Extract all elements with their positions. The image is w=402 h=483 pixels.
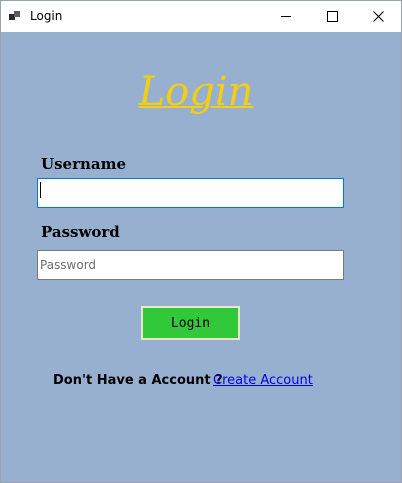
close-icon [372, 11, 384, 22]
no-account-prompt: Don't Have a Account ? [53, 373, 223, 388]
username-field[interactable] [37, 178, 344, 208]
title-bar[interactable]: Login [1, 1, 401, 32]
window-title: Login [30, 9, 63, 23]
password-field[interactable] [37, 250, 344, 280]
text-caret [40, 182, 41, 198]
maximize-button[interactable] [309, 1, 355, 32]
login-button[interactable]: Login [141, 306, 240, 340]
maximize-icon [326, 11, 338, 22]
login-window: Login Login Username Password Login Don'… [0, 0, 402, 483]
page-title: Login [138, 69, 254, 115]
password-label: Password [41, 223, 120, 241]
create-account-link[interactable]: Create Account [213, 373, 313, 388]
minimize-icon [281, 16, 291, 17]
minimize-button[interactable] [263, 1, 309, 32]
app-window-icon [9, 11, 21, 21]
close-button[interactable] [355, 1, 401, 32]
username-label: Username [41, 155, 127, 173]
